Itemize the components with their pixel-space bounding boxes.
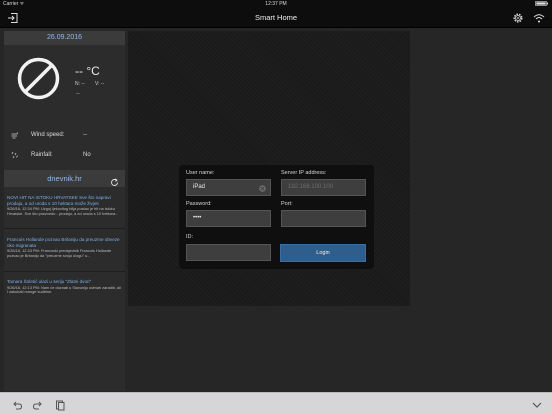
rain-row: Rainfall: No: [4, 151, 125, 161]
news-item-meta: 9/26/16, 12:13 PM: Nam će doznati u Slav…: [7, 284, 121, 295]
page-title: Smart Home: [254, 13, 298, 22]
port-field[interactable]: [281, 210, 366, 227]
id-label: ID:: [186, 234, 194, 240]
v-value: V: --: [95, 81, 105, 87]
wind-icon: [11, 131, 19, 139]
server-ip-field[interactable]: 192.168.100.100: [281, 179, 366, 196]
clipboard-icon[interactable]: [54, 398, 66, 411]
chevron-down-icon[interactable]: [531, 398, 543, 410]
no-data-icon: [16, 56, 61, 101]
news-item-title: Tamara Šoletić ulazi u seriju "Zlatni dv…: [7, 279, 92, 284]
news-item-title: NOVI HIT NA ISTOKU HRVATSKE Sve što napr…: [7, 195, 111, 206]
refresh-icon[interactable]: [110, 174, 119, 186]
login-button[interactable]: Login: [280, 244, 366, 262]
username-field[interactable]: iPad: [186, 179, 271, 196]
news-item[interactable]: NOVI HIT NA ISTOKU HRVATSKE Sve što napr…: [7, 195, 122, 217]
news-site-title: dnevnik.hr: [47, 174, 82, 183]
status-time: 12:37 PM: [265, 1, 287, 7]
password-field[interactable]: ••••: [186, 210, 271, 227]
wifi-icon: [532, 11, 546, 25]
battery-icon: [535, 1, 549, 8]
news-item-meta: 9/26/16, 12:33 PM: Francuski predsjednik…: [7, 248, 112, 258]
wind-row: Wind speed: --: [4, 131, 125, 141]
rain-icon: [11, 151, 19, 159]
server-ip-label: Server IP address:: [281, 170, 327, 176]
news-divider: [4, 228, 125, 229]
gear-icon[interactable]: [511, 11, 525, 25]
news-item-title: Francois Hollande pozvao Britaniju da pr…: [7, 237, 120, 248]
news-item-meta: 9/26/16, 12:34 PM: Uzgoj ljekovitog bilj…: [7, 206, 119, 216]
id-field[interactable]: [186, 244, 271, 261]
sidebar: 26.09.2016 -- °C N: -- V: -- -- Wind spe…: [4, 31, 125, 391]
news-divider: [4, 271, 125, 272]
bottom-toolbar: [0, 392, 552, 414]
weather-date: 26.09.2016: [4, 31, 125, 45]
rain-value: No: [83, 152, 91, 158]
news-item[interactable]: Francois Hollande pozvao Britaniju da pr…: [7, 237, 122, 259]
north-value: N: --: [75, 81, 85, 87]
username-label: User name:: [186, 170, 215, 176]
redo-icon[interactable]: [32, 398, 44, 410]
port-label: Port:: [281, 201, 293, 207]
weather-extra-value: --: [76, 91, 80, 97]
wind-value: --: [83, 132, 87, 138]
undo-icon[interactable]: [11, 398, 23, 410]
username-value: iPad: [193, 184, 206, 190]
status-bar: Carrier ᯤ 12:37 PM: [0, 0, 552, 8]
nav-bar: Smart Home: [0, 8, 552, 28]
password-label: Password:: [186, 201, 212, 207]
news-header: dnevnik.hr: [4, 170, 125, 187]
wind-label: Wind speed:: [31, 132, 65, 138]
news-item[interactable]: Tamara Šoletić ulazi u seriju "Zlatni dv…: [7, 279, 122, 295]
rain-label: Rainfall:: [31, 152, 53, 158]
temperature-value: -- °C: [75, 64, 100, 78]
clear-icon[interactable]: [259, 184, 266, 192]
